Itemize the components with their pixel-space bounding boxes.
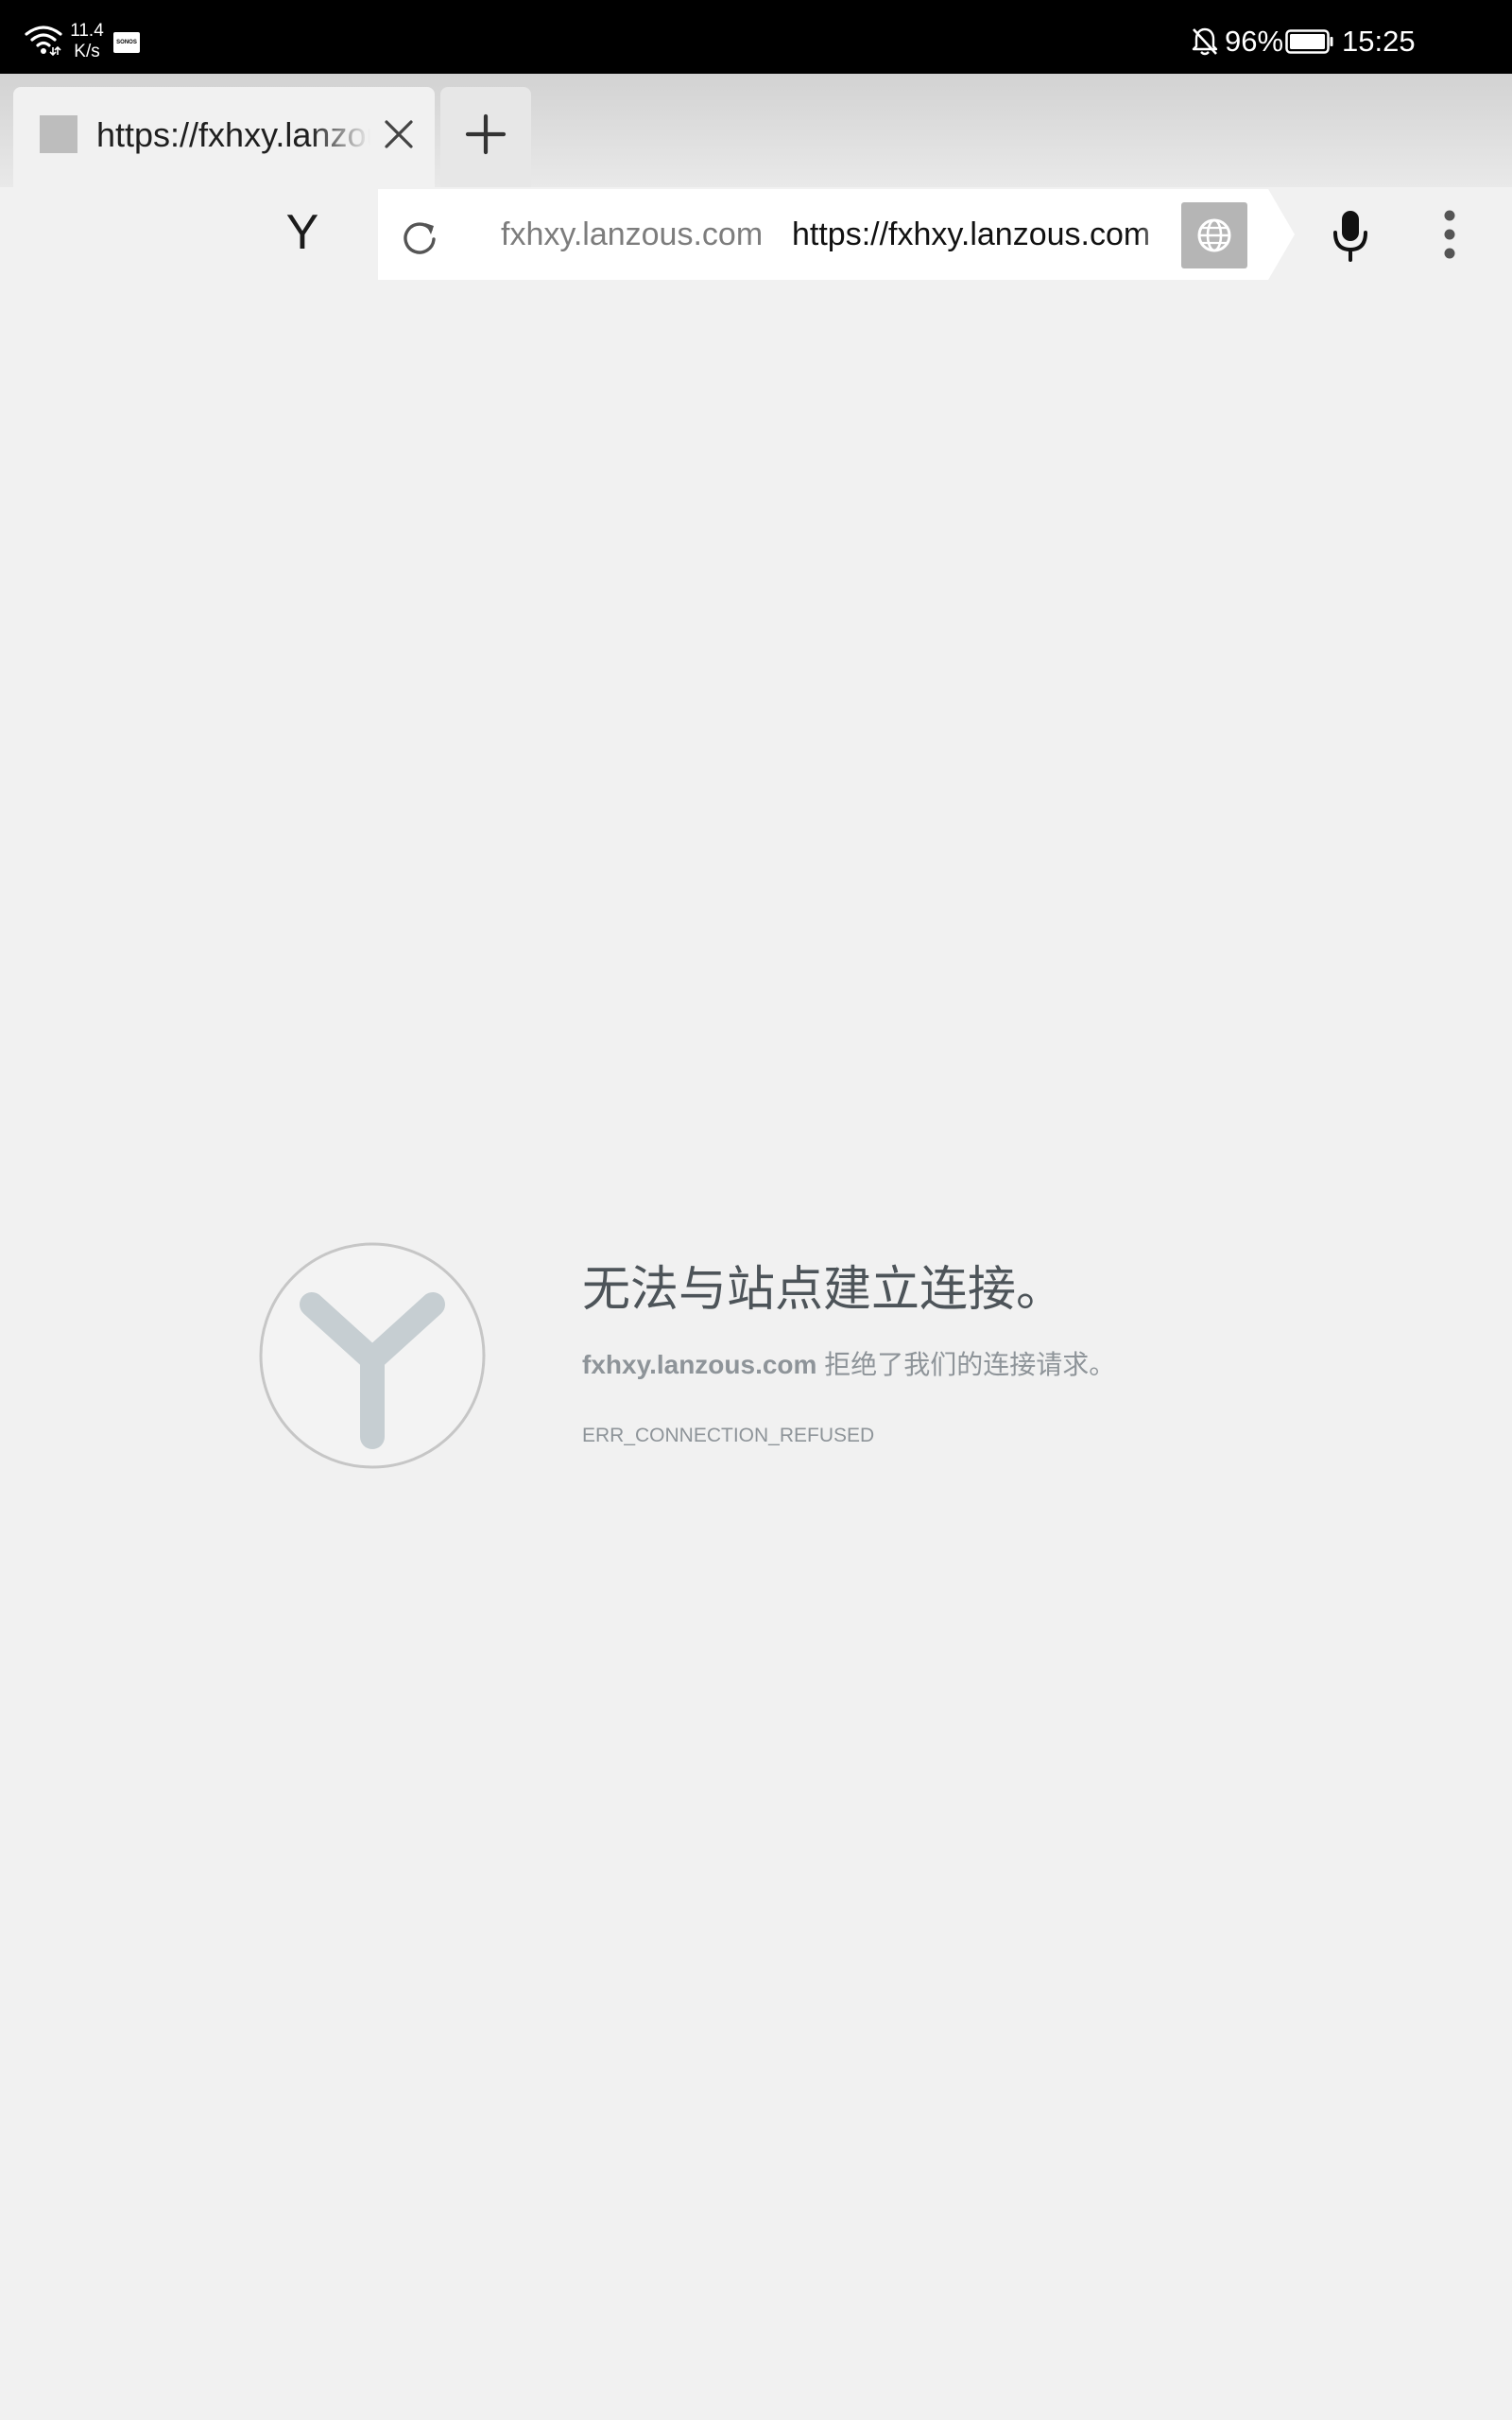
error-host: fxhxy.lanzous.com <box>582 1350 817 1379</box>
globe-icon <box>1197 218 1231 252</box>
toolbar: Y fxhxy.lanzous.com https://fxhxy.lanzou… <box>0 187 1512 289</box>
omnibox-domain: fxhxy.lanzous.com <box>501 216 764 252</box>
favicon-icon <box>40 115 77 153</box>
wifi-icon <box>25 26 62 57</box>
tab-title: https://fxhxy.lanzous.com <box>96 115 370 154</box>
omnibox-url[interactable]: https://fxhxy.lanzous.com <box>792 212 1168 257</box>
bell-off-icon <box>1192 27 1218 56</box>
clock: 15:25 <box>1342 25 1416 58</box>
yandex-home-button[interactable]: Y <box>274 204 331 261</box>
notification-icon: SONOS <box>113 32 140 53</box>
error-description: fxhxy.lanzous.com 拒绝了我们的连接请求。 <box>582 1346 1115 1384</box>
network-speed-value: 11.4 <box>70 21 104 41</box>
error-message: 拒绝了我们的连接请求。 <box>824 1350 1116 1379</box>
error-title: 无法与站点建立连接。 <box>582 1262 1065 1316</box>
site-info-button[interactable] <box>1181 202 1247 268</box>
close-icon[interactable] <box>380 115 418 153</box>
network-speed-unit: K/s <box>74 42 100 61</box>
battery-percent: 96% <box>1225 25 1284 58</box>
mic-icon[interactable] <box>1327 208 1374 263</box>
tab-active[interactable]: https://fxhxy.lanzous.com <box>13 87 435 187</box>
tab-strip: https://fxhxy.lanzous.com <box>0 74 1512 187</box>
network-speed: 11.4 K/s <box>66 21 108 62</box>
status-bar: 11.4 K/s SONOS 96% 15:25 <box>0 0 1512 74</box>
reload-icon[interactable] <box>397 214 442 259</box>
omnibox[interactable]: fxhxy.lanzous.com https://fxhxy.lanzous.… <box>378 189 1295 280</box>
yandex-logo-icon <box>259 1242 486 1469</box>
new-tab-button[interactable] <box>440 87 531 187</box>
battery-icon <box>1285 29 1333 54</box>
error-code: ERR_CONNECTION_REFUSED <box>582 1425 875 1446</box>
more-vert-icon[interactable] <box>1431 208 1469 261</box>
plus-icon <box>465 113 507 155</box>
